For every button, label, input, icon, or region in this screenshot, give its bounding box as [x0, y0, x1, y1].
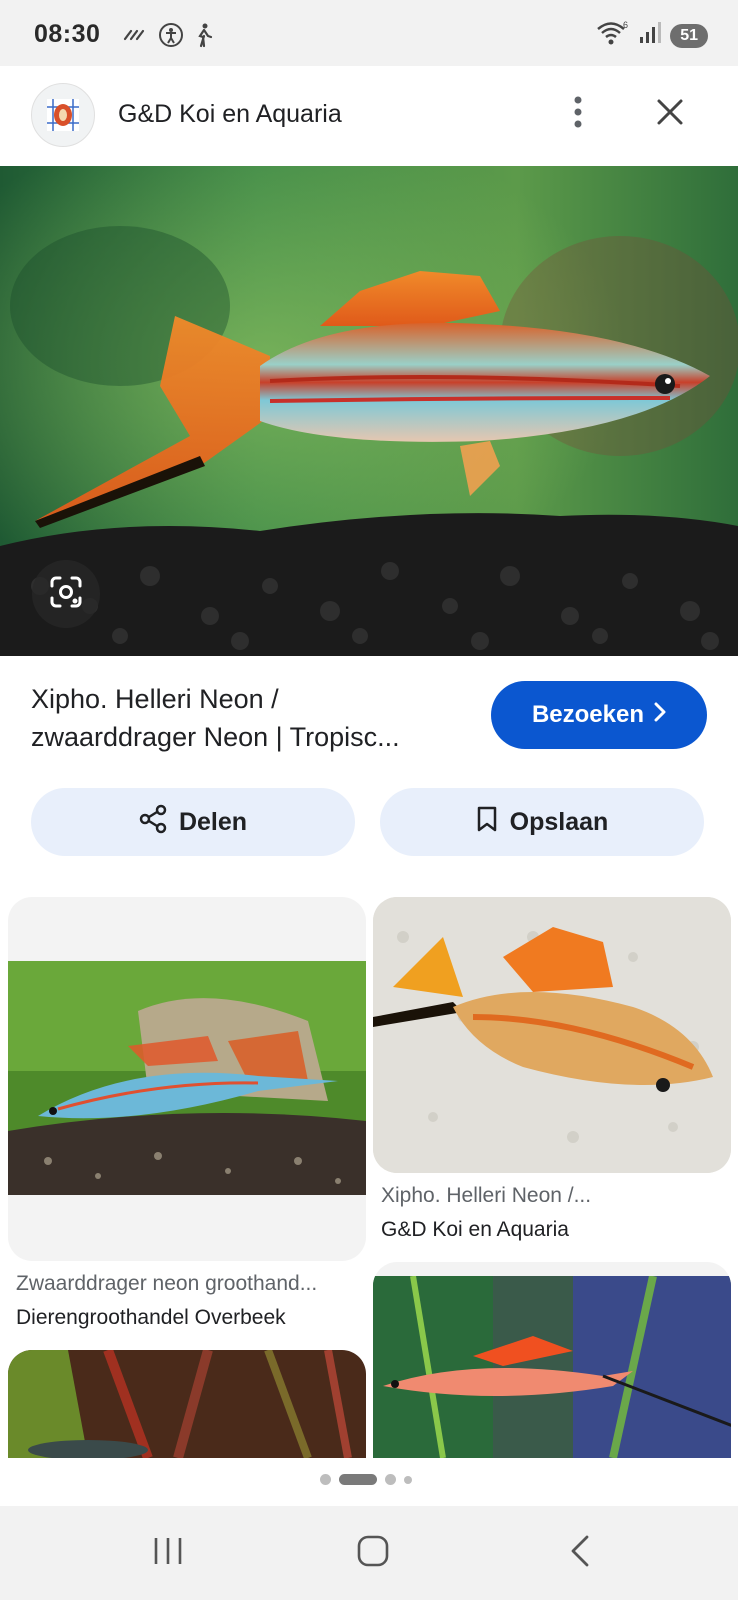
share-label: Delen: [178, 807, 248, 836]
related-title-2[interactable]: Xipho. Helleri Neon /...: [381, 1184, 726, 1208]
swordtail-fish-photo: [0, 166, 738, 656]
battery-indicator: 51: [670, 23, 708, 48]
status-bar: 08:30 6 51: [0, 0, 738, 66]
related-source-1: Dierengroothandel Overbeek: [16, 1306, 286, 1329]
close-icon: [656, 98, 684, 131]
save-label: Opslaan: [509, 807, 609, 836]
more-options-button[interactable]: [558, 92, 598, 136]
status-left-icons: [122, 22, 214, 53]
page-dot: [320, 1474, 331, 1485]
status-right: 6 51: [596, 20, 708, 51]
alarm-icon: [122, 25, 148, 50]
related-card-4[interactable]: [373, 1262, 731, 1458]
site-title: G&D Koi en Aquaria: [118, 100, 342, 128]
result-title[interactable]: Xipho. Helleri Neon / zwaarddrager Neon …: [31, 680, 461, 756]
more-vert-icon: [573, 95, 583, 134]
visit-button[interactable]: Bezoeken: [491, 681, 707, 749]
home-icon: [356, 1534, 390, 1573]
google-lens-button[interactable]: [32, 560, 100, 628]
result-title-line-1: Xipho. Helleri Neon /: [31, 684, 279, 714]
related-image-3: [8, 1350, 366, 1458]
page-dot: [404, 1475, 412, 1484]
related-image-1: [8, 961, 366, 1195]
share-icon: [139, 804, 167, 841]
signal-icon: [638, 21, 662, 50]
related-image-4: [373, 1276, 731, 1458]
back-icon: [569, 1535, 591, 1572]
site-header: G&D Koi en Aquaria: [0, 66, 738, 166]
walk-icon: [194, 22, 214, 53]
related-card-1[interactable]: [8, 897, 366, 1261]
save-button[interactable]: Opslaan: [380, 788, 704, 856]
chevron-right-icon: [654, 701, 666, 729]
page-indicator: [320, 1474, 412, 1485]
back-button[interactable]: [550, 1528, 610, 1578]
related-title-1[interactable]: Zwaarddrager neon groothand...: [16, 1272, 361, 1296]
site-logo[interactable]: [31, 83, 95, 147]
hero-image[interactable]: [0, 166, 738, 656]
status-time: 08:30: [34, 20, 101, 48]
page-dot: [385, 1474, 396, 1485]
related-card-2[interactable]: [373, 897, 731, 1173]
recent-apps-button[interactable]: [138, 1528, 198, 1578]
visit-label: Bezoeken: [531, 701, 645, 728]
related-image-2: [373, 897, 731, 1173]
recent-apps-icon: [152, 1536, 184, 1571]
accessibility-icon: [158, 22, 184, 53]
wifi-icon: 6: [596, 20, 630, 51]
related-card-3[interactable]: [8, 1350, 366, 1458]
share-button[interactable]: Delen: [31, 788, 355, 856]
close-button[interactable]: [648, 92, 692, 136]
svg-text:6: 6: [623, 20, 628, 30]
related-source-2: G&D Koi en Aquaria: [381, 1218, 569, 1241]
page-dot-active: [339, 1474, 377, 1485]
bookmark-icon: [476, 805, 498, 840]
lens-icon: [48, 574, 84, 615]
result-title-line-2: zwaarddrager Neon | Tropisc...: [31, 722, 400, 752]
system-nav-bar: [0, 1506, 738, 1600]
home-button[interactable]: [343, 1528, 403, 1578]
